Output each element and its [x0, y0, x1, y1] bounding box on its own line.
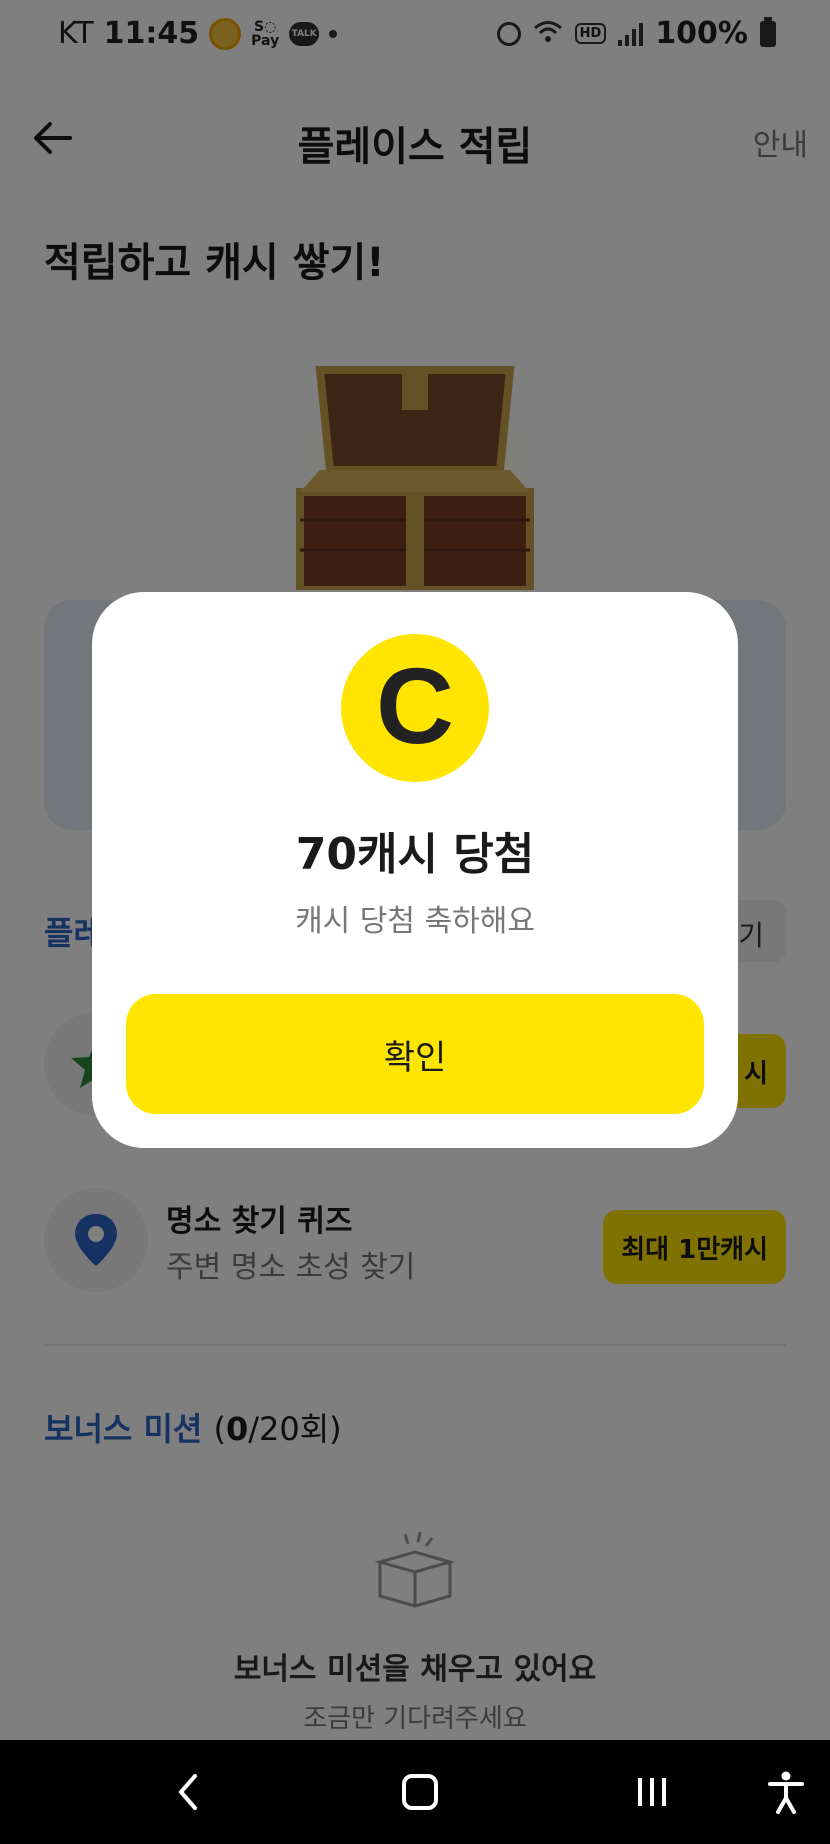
- nav-recents-button[interactable]: [620, 1760, 684, 1824]
- confirm-button[interactable]: 확인: [126, 994, 704, 1114]
- cash-coin-icon: C: [341, 634, 489, 782]
- home-square-icon: [402, 1774, 438, 1810]
- accessibility-button[interactable]: [754, 1760, 818, 1824]
- dialog-subtitle: 캐시 당첨 축하해요: [295, 904, 535, 939]
- dialog-title: 70캐시 당첨: [295, 829, 535, 880]
- accessibility-icon: [768, 1771, 804, 1814]
- recents-icon: [638, 1778, 666, 1806]
- system-navigation-bar: [0, 1740, 830, 1844]
- coin-letter: C: [376, 645, 454, 766]
- nav-back-button[interactable]: [156, 1760, 220, 1824]
- nav-home-button[interactable]: [388, 1760, 452, 1824]
- reward-dialog: C 70캐시 당첨 캐시 당첨 축하해요 확인: [92, 592, 738, 1148]
- chevron-left-icon: [179, 1774, 197, 1810]
- app-screen: KT 11:45 S◌Pay TALK HD 100% 플레이스 적립 안내 적…: [0, 0, 830, 1740]
